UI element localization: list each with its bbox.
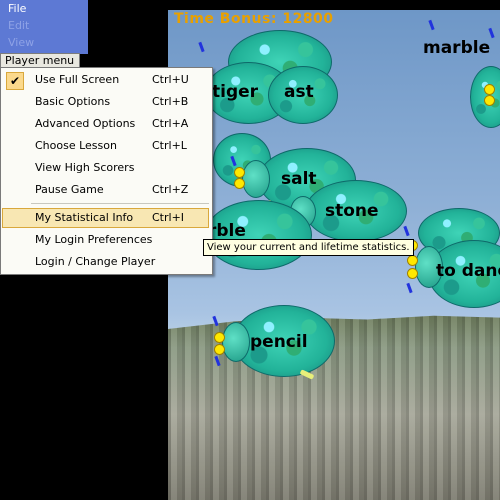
menu-player[interactable]: Player menu [0, 53, 80, 68]
beetle-word: marble [423, 38, 491, 58]
menu-item-advanced-options[interactable]: Advanced Options Ctrl+A [2, 114, 209, 134]
beetle-word: rble [208, 221, 246, 241]
menu-item-login-change-player[interactable]: Login / Change Player [2, 252, 209, 272]
beetle-word: pencil [250, 332, 308, 352]
beetle-word: to danc [436, 261, 500, 281]
app-menu-column: File Edit View [0, 0, 88, 54]
beetle-word: tiger [212, 82, 259, 102]
menu-item-pause-game[interactable]: Pause Game Ctrl+Z [2, 180, 209, 200]
beetle-word: ast [284, 82, 314, 102]
menu-separator [31, 203, 209, 204]
menu-item-basic-options[interactable]: Basic Options Ctrl+B [2, 92, 209, 112]
menu-item-choose-lesson[interactable]: Choose Lesson Ctrl+L [2, 136, 209, 156]
menu-edit[interactable]: Edit [8, 19, 29, 33]
menu-view[interactable]: View [8, 36, 34, 50]
tooltip: View your current and lifetime statistic… [203, 239, 414, 256]
player-dropdown-menu: ✔ Use Full Screen Ctrl+U Basic Options C… [0, 67, 213, 275]
beetle-word: stone [325, 201, 379, 221]
menu-item-statistical-info[interactable]: My Statistical Info Ctrl+I [2, 208, 209, 228]
menu-item-login-preferences[interactable]: My Login Preferences [2, 230, 209, 250]
menu-item-high-scorers[interactable]: View High Scorers [2, 158, 209, 178]
beetle-word: salt [281, 169, 317, 189]
checkmark-icon: ✔ [6, 72, 24, 90]
menu-file[interactable]: File [8, 2, 26, 16]
time-bonus: Time Bonus: 12800 [174, 11, 334, 27]
menu-item-full-screen[interactable]: ✔ Use Full Screen Ctrl+U [2, 70, 209, 90]
